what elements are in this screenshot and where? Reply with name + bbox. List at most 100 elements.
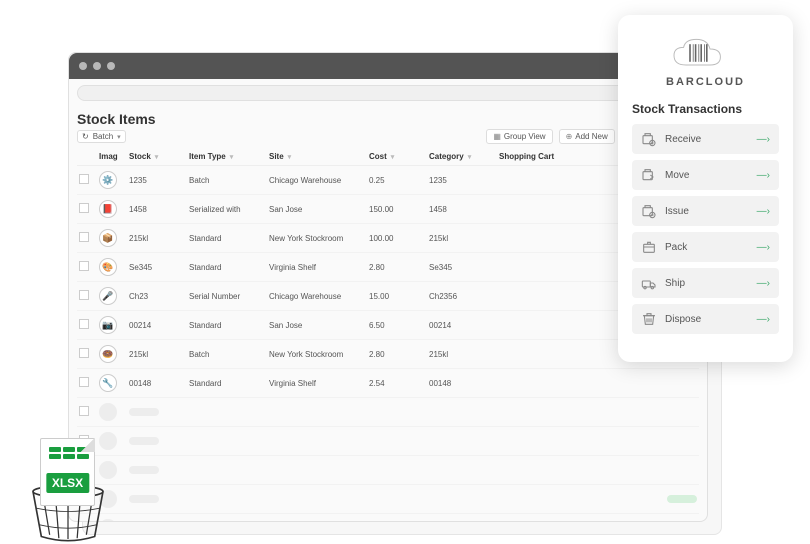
- table-row[interactable]: 📷00214StandardSan Jose6.5000214: [77, 311, 699, 340]
- transaction-label: Move: [665, 170, 689, 181]
- batch-select[interactable]: ↻ Batch ▾: [77, 130, 126, 143]
- window-control-dot[interactable]: [93, 62, 101, 70]
- batch-label: Batch: [93, 132, 113, 141]
- xlsx-file-icon: XLSX: [40, 438, 95, 506]
- transaction-issue[interactable]: Issue —›: [632, 196, 779, 226]
- cell-item-type: Serialized with: [187, 195, 267, 224]
- arrow-right-icon: —›: [757, 314, 770, 325]
- item-image: 🎨: [99, 258, 117, 276]
- transaction-ship[interactable]: Ship —›: [632, 268, 779, 298]
- content-area: Stock Items Export to ↻ Batch ▾ ▦Group V…: [69, 107, 707, 521]
- cell-stock: Se345: [127, 253, 187, 282]
- filter-icon[interactable]: ▾: [468, 154, 472, 161]
- row-checkbox[interactable]: [79, 290, 89, 300]
- item-image: 📷: [99, 316, 117, 334]
- cell-cost: 15.00: [367, 282, 427, 311]
- col-cost[interactable]: Cost▾: [367, 148, 427, 166]
- row-checkbox[interactable]: [79, 174, 89, 184]
- url-bar[interactable]: [77, 85, 699, 101]
- table-row[interactable]: 📕1458Serialized withSan Jose150.001458: [77, 195, 699, 224]
- item-image: 🎤: [99, 287, 117, 305]
- row-checkbox[interactable]: [79, 406, 89, 416]
- transaction-label: Issue: [665, 206, 689, 217]
- cell-item-type: Standard: [187, 253, 267, 282]
- row-checkbox[interactable]: [79, 377, 89, 387]
- transaction-label: Pack: [665, 242, 687, 253]
- filter-icon[interactable]: ▾: [155, 154, 159, 161]
- row-checkbox[interactable]: [79, 261, 89, 271]
- skeleton-row: [77, 456, 699, 485]
- add-new-button[interactable]: ⊕Add New: [559, 129, 615, 144]
- cell-item-type: Serial Number: [187, 282, 267, 311]
- row-checkbox[interactable]: [79, 319, 89, 329]
- arrow-right-icon: —›: [757, 242, 770, 253]
- cell-cost: 2.80: [367, 253, 427, 282]
- cell-site: New York Stockroom: [267, 340, 367, 369]
- cell-stock: Ch23: [127, 282, 187, 311]
- cell-site: San Jose: [267, 311, 367, 340]
- table-row[interactable]: 🔧00148StandardVirginia Shelf2.5400148: [77, 369, 699, 398]
- cell-item-type: Standard: [187, 369, 267, 398]
- arrow-right-icon: —›: [757, 206, 770, 217]
- window-control-dot[interactable]: [79, 62, 87, 70]
- table-row[interactable]: 📦215klStandardNew York Stockroom100.0021…: [77, 224, 699, 253]
- item-image: 🔧: [99, 374, 117, 392]
- skeleton-row: [77, 514, 699, 522]
- col-stock[interactable]: Stock▾: [127, 148, 187, 166]
- skeleton-row: [77, 427, 699, 456]
- cell-site: Chicago Warehouse: [267, 282, 367, 311]
- cell-category: 1458: [427, 195, 497, 224]
- row-checkbox[interactable]: [79, 203, 89, 213]
- transaction-label: Receive: [665, 134, 701, 145]
- window-control-dot[interactable]: [107, 62, 115, 70]
- cell-cost: 6.50: [367, 311, 427, 340]
- cell-stock: 00214: [127, 311, 187, 340]
- file-ext-label: XLSX: [46, 473, 89, 493]
- cell-stock: 215kl: [127, 224, 187, 253]
- table-row[interactable]: 🎨Se345StandardVirginia Shelf2.80Se345: [77, 253, 699, 282]
- transaction-move[interactable]: Move—›: [632, 160, 779, 190]
- brand-name: BARCLOUD: [632, 76, 779, 88]
- cell-cost: 0.25: [367, 166, 427, 195]
- transaction-dispose[interactable]: Dispose —›: [632, 304, 779, 334]
- col-item-type[interactable]: Item Type▾: [187, 148, 267, 166]
- filter-icon[interactable]: ▾: [391, 154, 395, 161]
- cell-site: Virginia Shelf: [267, 253, 367, 282]
- arrow-right-icon: —›: [757, 134, 770, 145]
- row-checkbox[interactable]: [79, 232, 89, 242]
- filter-icon[interactable]: ▾: [288, 154, 292, 161]
- table-row[interactable]: ⚙️1235BatchChicago Warehouse0.251235: [77, 166, 699, 195]
- page-title: Stock Items: [77, 111, 156, 127]
- panel-title: Stock Transactions: [632, 102, 779, 116]
- transaction-label: Dispose: [665, 314, 701, 325]
- cell-item-type: Standard: [187, 311, 267, 340]
- barcloud-logo: BARCLOUD: [632, 33, 779, 88]
- skeleton-row: [77, 485, 699, 514]
- chevron-down-icon: ▾: [117, 133, 121, 141]
- filter-icon[interactable]: ▾: [230, 154, 234, 161]
- transaction-pack[interactable]: Pack —›: [632, 232, 779, 262]
- xlsx-trash-icon: XLSX: [10, 438, 125, 544]
- col-image[interactable]: Imag: [97, 148, 127, 166]
- cell-stock: 215kl: [127, 340, 187, 369]
- main-window: Stock Items Export to ↻ Batch ▾ ▦Group V…: [68, 52, 708, 522]
- stock-table: Imag Stock▾ Item Type▾ Site▾ Cost▾ Categ…: [77, 148, 699, 521]
- group-view-button[interactable]: ▦Group View: [486, 129, 552, 144]
- table-row[interactable]: 🍩215klBatchNew York Stockroom2.80215kl: [77, 340, 699, 369]
- arrow-right-icon: —›: [757, 278, 770, 289]
- transaction-receive[interactable]: Receive —›: [632, 124, 779, 154]
- cell-category: 215kl: [427, 224, 497, 253]
- cell-cost: 2.54: [367, 369, 427, 398]
- transactions-panel: BARCLOUD Stock Transactions Receive —› Mov…: [618, 15, 793, 362]
- item-image: 📕: [99, 200, 117, 218]
- window-title-bar: [69, 53, 707, 79]
- cell-cost: 100.00: [367, 224, 427, 253]
- col-site[interactable]: Site▾: [267, 148, 367, 166]
- table-row[interactable]: 🎤 Ch23Serial NumberChicago Warehouse15.00…: [77, 282, 699, 311]
- cell-site: Virginia Shelf: [267, 369, 367, 398]
- row-checkbox[interactable]: [79, 348, 89, 358]
- cell-stock: 00148: [127, 369, 187, 398]
- col-category[interactable]: Category▾: [427, 148, 497, 166]
- item-image: 🍩: [99, 345, 117, 363]
- transaction-label: Ship: [665, 278, 685, 289]
